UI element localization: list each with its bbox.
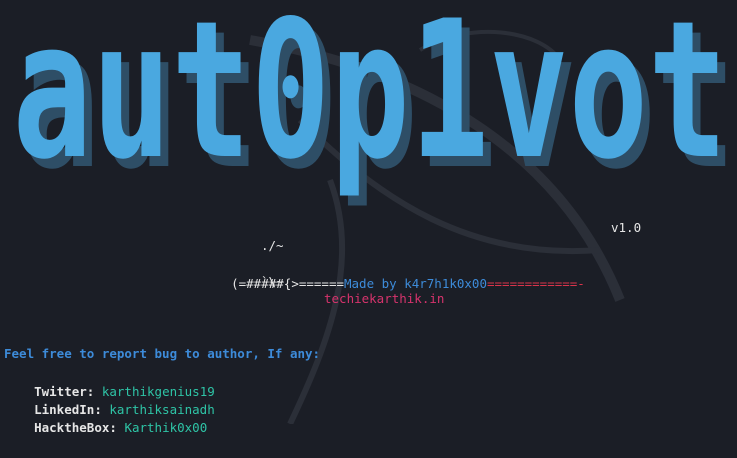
banner-title: aut0p1vot aut0p1vot (13, 0, 736, 211)
hackthebox-label: HacktheBox: (34, 420, 117, 435)
hackthebox-row: HacktheBox: Karthik0x00 (4, 398, 207, 458)
version-label: v1.0 (611, 220, 642, 235)
hackthebox-handle[interactable]: Karthik0x00 (124, 420, 207, 435)
website-link[interactable]: techiekarthik.in (324, 289, 444, 309)
banner-title-text: aut0p1vot (13, 0, 728, 201)
art-line-3: `\~ (261, 274, 284, 289)
feel-free-text: Feel free to report bug to author, If an… (4, 346, 321, 361)
terminal-window: aut0p1vot aut0p1vot v1.0 ./~ (=#####{>==… (0, 0, 737, 435)
art-sword-suffix: ============- (487, 276, 585, 291)
art-line-1: ./~ (261, 238, 284, 253)
